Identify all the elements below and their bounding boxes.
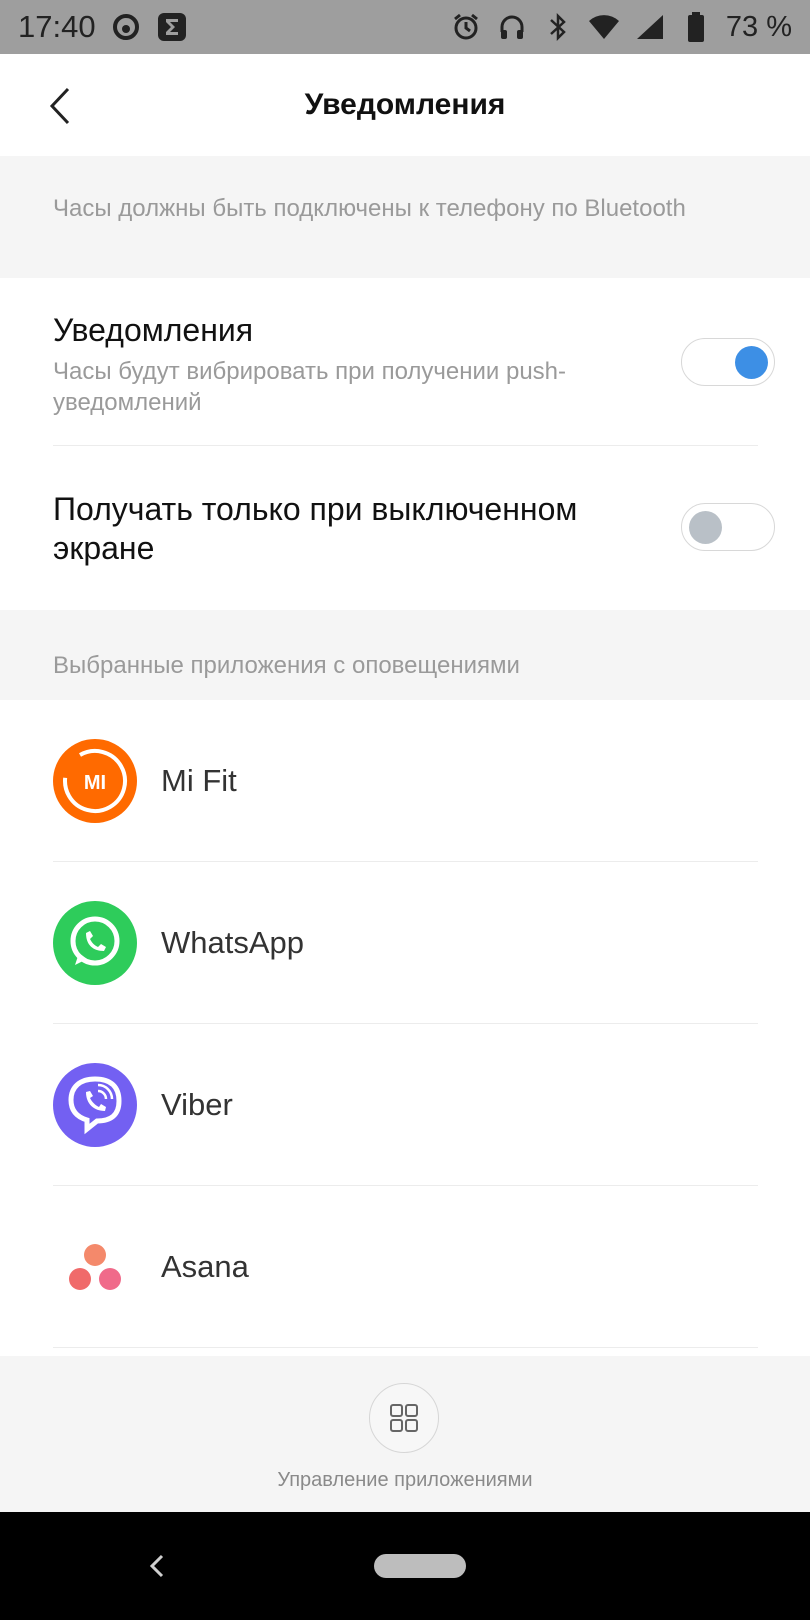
selected-apps-hint-text: Выбранные приложения с оповещениями: [53, 652, 520, 679]
app-row-asana[interactable]: Asana: [0, 1186, 810, 1348]
manage-apps-label[interactable]: Управление приложениями: [0, 1469, 810, 1492]
toggle-knob: [735, 346, 768, 379]
app-name: WhatsApp: [161, 925, 305, 960]
notifications-title: Уведомления: [53, 312, 254, 348]
status-bar: 17:40 73 %: [0, 0, 810, 54]
signal-icon: [634, 11, 666, 43]
nav-back-icon[interactable]: [144, 1548, 170, 1584]
divider: [53, 1347, 758, 1348]
bluetooth-icon: [542, 11, 574, 43]
toggle-knob: [689, 511, 722, 544]
app-row-viber[interactable]: Viber: [0, 1024, 810, 1186]
manage-apps-button[interactable]: [369, 1383, 439, 1453]
app-name: Mi Fit: [161, 763, 237, 798]
navigation-bar: [0, 1512, 810, 1620]
manage-apps-bar: Управление приложениями: [0, 1356, 810, 1512]
app-name: Viber: [161, 1087, 233, 1122]
mi-fit-icon: MI: [53, 739, 137, 823]
svg-text:MI: MI: [84, 772, 106, 794]
page-title: Уведомления: [304, 88, 506, 121]
alarm-icon: [450, 11, 482, 43]
selected-apps-hint: Выбранные приложения с оповещениями: [0, 610, 810, 700]
screen-off-title: Получать только при выключенном экране: [53, 491, 578, 566]
screen-off-toggle[interactable]: [681, 503, 775, 551]
asana-icon: [53, 1225, 137, 1309]
app-row-whatsapp[interactable]: WhatsApp: [0, 862, 810, 1024]
settings-block: Уведомления Часы будут вибрировать при п…: [0, 278, 810, 610]
divider: [53, 445, 758, 446]
wifi-icon: [588, 11, 620, 43]
sigma-icon: [156, 11, 188, 43]
nav-home-button[interactable]: [374, 1554, 466, 1578]
headphones-icon: [496, 11, 528, 43]
viber-icon: [53, 1063, 137, 1147]
apps-list: MI Mi Fit WhatsApp Viber Asana: [0, 700, 810, 1356]
bluetooth-hint: Часы должны быть подключены к телефону п…: [0, 156, 810, 278]
app-row-mi-fit[interactable]: MI Mi Fit: [0, 700, 810, 862]
bluetooth-hint-text: Часы должны быть подключены к телефону п…: [53, 195, 686, 222]
app-name: Asana: [161, 1249, 249, 1284]
battery-icon: [680, 11, 712, 43]
battery-percent: 73 %: [725, 10, 792, 43]
threads-icon: [110, 11, 142, 43]
whatsapp-icon: [53, 901, 137, 985]
notifications-toggle[interactable]: [681, 338, 775, 386]
status-time: 17:40: [18, 9, 96, 44]
app-header: Уведомления: [0, 54, 810, 156]
grid-icon: [390, 1404, 418, 1432]
notifications-description: Часы будут вибрировать при получении pus…: [53, 358, 567, 416]
